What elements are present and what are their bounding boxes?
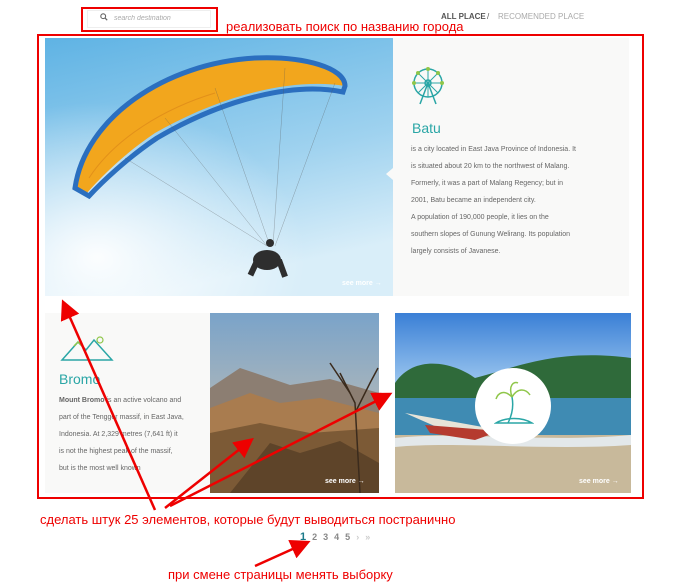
page-2[interactable]: 2 (312, 532, 317, 542)
last-page-icon[interactable]: » (365, 532, 370, 542)
next-page-icon[interactable]: › (356, 532, 359, 542)
annotation-arrows (60, 299, 393, 568)
page-3[interactable]: 3 (323, 532, 328, 542)
page-1[interactable]: 1 (300, 531, 306, 543)
annotation-paging-text: при смене страницы менять выборку (168, 567, 393, 582)
page-5[interactable]: 5 (345, 532, 350, 542)
page-4[interactable]: 4 (334, 532, 339, 542)
pagination: 1 2 3 4 5 › » (300, 531, 370, 543)
annotation-items-text: сделать штук 25 элементов, которые будут… (40, 512, 456, 527)
